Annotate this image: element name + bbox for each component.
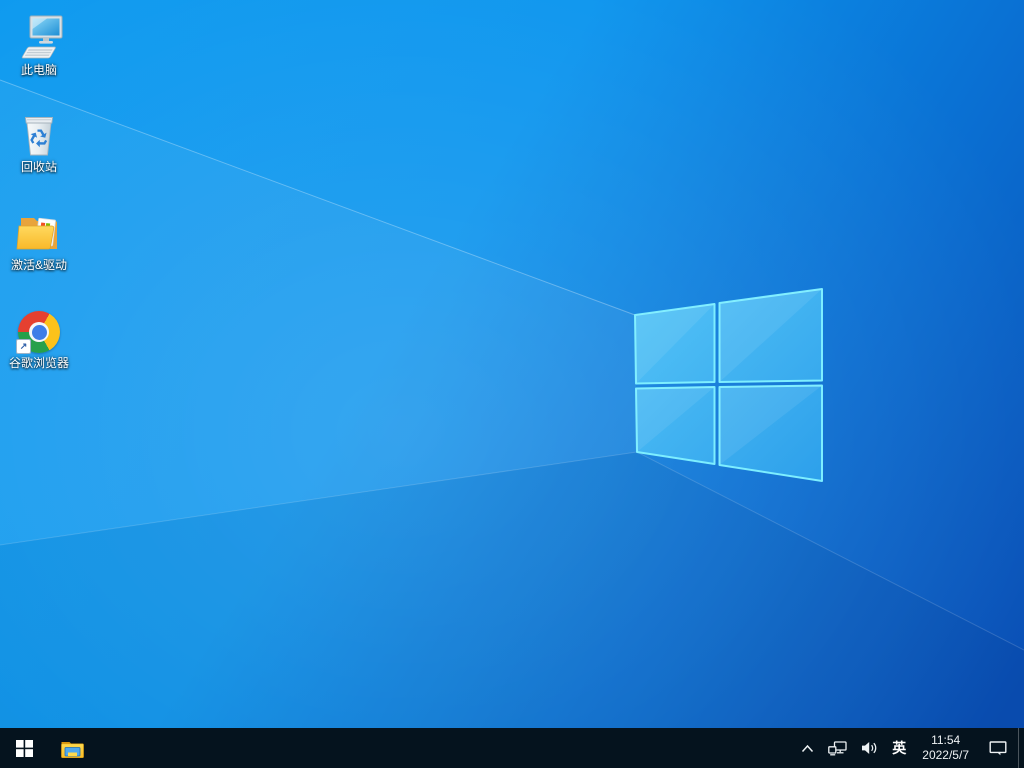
file-explorer-button[interactable]	[48, 728, 96, 768]
chevron-up-icon	[802, 744, 814, 752]
chrome-logo-core	[31, 324, 47, 340]
wallpaper-image	[0, 0, 1024, 728]
desktop-icon-label-this-pc: 此电脑	[20, 63, 57, 77]
taskbar: 英 11:54 2022/5/7	[0, 728, 1024, 768]
system-tray: 英 11:54 2022/5/7	[794, 728, 1024, 768]
ime-language-indicator[interactable]: 英	[885, 728, 913, 768]
clock-time: 11:54	[931, 733, 961, 747]
tray-show-hidden-button[interactable]	[794, 728, 821, 768]
desktop-icon-activation-drivers[interactable]: 激活&驱动	[1, 205, 77, 272]
windows-desktop-screen: 此电脑 回收站 激活&驱动 ↗ 谷歌浏览器 英 11:54 2022/5/7	[0, 0, 1024, 768]
desktop-icon-label-recycle-bin: 回收站	[20, 160, 57, 174]
desktop-icon-label-google-chrome: 谷歌浏览器	[8, 356, 69, 370]
action-center-icon	[989, 741, 1007, 756]
recycle-bin-icon	[18, 107, 60, 157]
desktop-icon-google-chrome[interactable]: ↗ 谷歌浏览器	[1, 303, 77, 370]
tray-volume-button[interactable]	[854, 728, 885, 768]
start-button[interactable]	[0, 728, 48, 768]
taskbar-clock[interactable]: 11:54 2022/5/7	[913, 728, 978, 768]
this-pc-icon	[14, 10, 64, 60]
network-icon	[828, 740, 847, 755]
clock-date: 2022/5/7	[922, 748, 969, 762]
volume-icon	[862, 742, 877, 754]
folder-icon	[16, 205, 62, 255]
file-explorer-icon	[60, 741, 84, 758]
windows-start-icon	[15, 739, 33, 757]
tray-network-button[interactable]	[821, 728, 854, 768]
shortcut-arrow-icon: ↗	[16, 339, 31, 354]
desktop-icon-this-pc[interactable]: 此电脑	[1, 10, 77, 77]
chrome-icon: ↗	[16, 303, 60, 354]
desktop-icon-label-activation-drivers: 激活&驱动	[10, 258, 67, 272]
desktop-icon-recycle-bin[interactable]: 回收站	[1, 107, 77, 174]
desktop[interactable]: 此电脑 回收站 激活&驱动 ↗ 谷歌浏览器	[0, 0, 1024, 728]
show-desktop-button[interactable]	[1018, 728, 1024, 768]
action-center-button[interactable]	[978, 728, 1018, 768]
